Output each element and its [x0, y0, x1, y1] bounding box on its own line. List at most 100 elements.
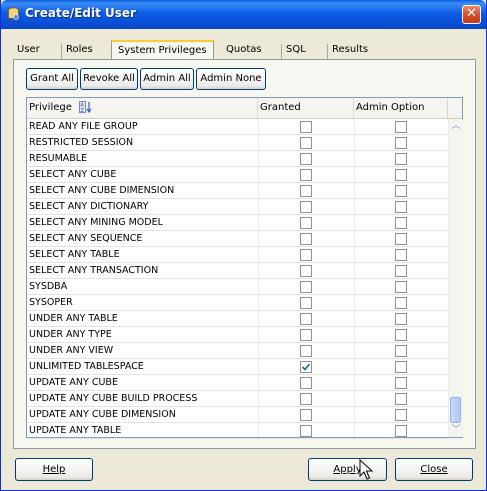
- admin-option-checkbox[interactable]: [395, 153, 407, 165]
- granted-checkbox[interactable]: [300, 201, 312, 213]
- table-row[interactable]: UNLIMITED TABLESPACE: [27, 359, 448, 375]
- grant-all-button[interactable]: Grant All: [26, 68, 78, 90]
- tab-user[interactable]: User: [17, 44, 40, 60]
- admin-all-button[interactable]: Admin All: [140, 68, 194, 90]
- table-row[interactable]: SYSOPER: [27, 295, 448, 311]
- admin-option-checkbox[interactable]: [395, 345, 407, 357]
- help-button[interactable]: Help: [15, 458, 93, 481]
- admin-option-checkbox[interactable]: [395, 425, 407, 437]
- granted-checkbox[interactable]: [300, 393, 312, 405]
- table-row[interactable]: UPDATE ANY CUBE BUILD PROCESS: [27, 391, 448, 407]
- privilege-name: SYSDBA: [29, 281, 68, 292]
- granted-checkbox[interactable]: [300, 409, 312, 421]
- table-row[interactable]: SYSDBA: [27, 279, 448, 295]
- title-bar[interactable]: Create/Edit User ✕: [1, 0, 486, 29]
- table-row[interactable]: UPDATE ANY CUBE: [27, 375, 448, 391]
- admin-option-checkbox[interactable]: [395, 361, 407, 373]
- admin-option-checkbox[interactable]: [395, 297, 407, 309]
- privileges-table: Privilege A Z Granted Admin Option READ …: [26, 97, 463, 439]
- privilege-header-label: Privilege: [29, 102, 72, 113]
- apply-button[interactable]: Apply: [308, 458, 387, 481]
- table-row[interactable]: SELECT ANY SEQUENCE: [27, 231, 448, 247]
- close-button[interactable]: Close: [395, 458, 473, 481]
- privilege-name: SELECT ANY TRANSACTION: [29, 265, 159, 276]
- table-row[interactable]: SELECT ANY MINING MODEL: [27, 215, 448, 231]
- sort-icon[interactable]: A Z: [79, 101, 93, 113]
- table-row[interactable]: UNDER ANY TABLE: [27, 311, 448, 327]
- column-header-granted[interactable]: Granted: [258, 98, 354, 118]
- table-row[interactable]: UPDATE ANY CUBE DIMENSION: [27, 407, 448, 423]
- admin-option-checkbox[interactable]: [395, 393, 407, 405]
- granted-checkbox[interactable]: [300, 361, 312, 373]
- table-row[interactable]: SELECT ANY CUBE DIMENSION: [27, 183, 448, 199]
- admin-option-checkbox[interactable]: [395, 409, 407, 421]
- close-button-label: Close: [420, 464, 448, 475]
- vertical-scrollbar[interactable]: ︿ ﹀: [448, 119, 463, 437]
- admin-option-checkbox[interactable]: [395, 217, 407, 229]
- granted-checkbox[interactable]: [300, 217, 312, 229]
- apply-button-label: Apply: [333, 464, 362, 475]
- privilege-name: SELECT ANY MINING MODEL: [29, 217, 163, 228]
- privilege-name: SELECT ANY SEQUENCE: [29, 233, 143, 244]
- mouse-pointer-icon: [359, 459, 373, 480]
- column-header-privilege[interactable]: Privilege A Z: [27, 98, 258, 118]
- granted-checkbox[interactable]: [300, 281, 312, 293]
- admin-option-checkbox[interactable]: [395, 201, 407, 213]
- granted-checkbox[interactable]: [300, 265, 312, 277]
- svg-text:Z: Z: [80, 108, 84, 113]
- granted-checkbox[interactable]: [300, 185, 312, 197]
- admin-none-button[interactable]: Admin None: [196, 68, 266, 90]
- table-row[interactable]: UPDATE ANY TABLE: [27, 423, 448, 439]
- revoke-all-button[interactable]: Revoke All: [80, 68, 138, 90]
- admin-option-checkbox[interactable]: [395, 377, 407, 389]
- granted-checkbox[interactable]: [300, 297, 312, 309]
- granted-checkbox[interactable]: [300, 329, 312, 341]
- privilege-name: RESTRICTED SESSION: [29, 137, 134, 148]
- granted-checkbox[interactable]: [300, 249, 312, 261]
- table-row[interactable]: RESTRICTED SESSION: [27, 135, 448, 151]
- granted-checkbox[interactable]: [300, 313, 312, 325]
- tab-results[interactable]: Results: [327, 44, 368, 60]
- table-row[interactable]: SELECT ANY TRANSACTION: [27, 263, 448, 279]
- tab-roles[interactable]: Roles: [61, 44, 93, 60]
- admin-option-checkbox[interactable]: [395, 265, 407, 277]
- admin-option-checkbox[interactable]: [395, 249, 407, 261]
- admin-option-checkbox[interactable]: [395, 169, 407, 181]
- scroll-up-arrow-icon[interactable]: ︿: [450, 120, 462, 132]
- tab-system-privileges[interactable]: System Privileges: [111, 40, 214, 59]
- admin-option-checkbox[interactable]: [395, 185, 407, 197]
- column-header-admin-option[interactable]: Admin Option: [354, 98, 448, 118]
- table-row[interactable]: SELECT ANY TABLE: [27, 247, 448, 263]
- granted-checkbox[interactable]: [300, 377, 312, 389]
- privilege-name: READ ANY FILE GROUP: [29, 121, 138, 132]
- table-row[interactable]: SELECT ANY DICTIONARY: [27, 199, 448, 215]
- table-row[interactable]: RESUMABLE: [27, 151, 448, 167]
- help-button-label: Help: [42, 464, 66, 475]
- granted-checkbox[interactable]: [300, 121, 312, 133]
- scroll-down-arrow-icon[interactable]: ﹀: [450, 424, 462, 436]
- privilege-name: UNDER ANY TYPE: [29, 329, 112, 340]
- scrollbar-thumb[interactable]: [450, 397, 461, 423]
- admin-option-checkbox[interactable]: [395, 233, 407, 245]
- close-window-button[interactable]: ✕: [462, 5, 481, 24]
- granted-checkbox[interactable]: [300, 137, 312, 149]
- table-header: Privilege A Z Granted Admin Option: [27, 98, 462, 119]
- close-icon: ✕: [466, 6, 477, 21]
- granted-checkbox[interactable]: [300, 169, 312, 181]
- admin-option-checkbox[interactable]: [395, 121, 407, 133]
- granted-checkbox[interactable]: [300, 153, 312, 165]
- table-row[interactable]: SELECT ANY CUBE: [27, 167, 448, 183]
- table-row[interactable]: READ ANY FILE GROUP: [27, 119, 448, 135]
- admin-option-checkbox[interactable]: [395, 313, 407, 325]
- create-edit-user-dialog: Create/Edit User ✕ User Roles System Pri…: [0, 0, 487, 491]
- tab-sql[interactable]: SQL: [281, 44, 306, 60]
- admin-option-checkbox[interactable]: [395, 137, 407, 149]
- table-row[interactable]: UNDER ANY VIEW: [27, 343, 448, 359]
- admin-option-checkbox[interactable]: [395, 281, 407, 293]
- admin-option-checkbox[interactable]: [395, 329, 407, 341]
- granted-checkbox[interactable]: [300, 233, 312, 245]
- table-row[interactable]: UNDER ANY TYPE: [27, 327, 448, 343]
- tab-quotas[interactable]: Quotas: [226, 44, 262, 60]
- granted-checkbox[interactable]: [300, 425, 312, 437]
- granted-checkbox[interactable]: [300, 345, 312, 357]
